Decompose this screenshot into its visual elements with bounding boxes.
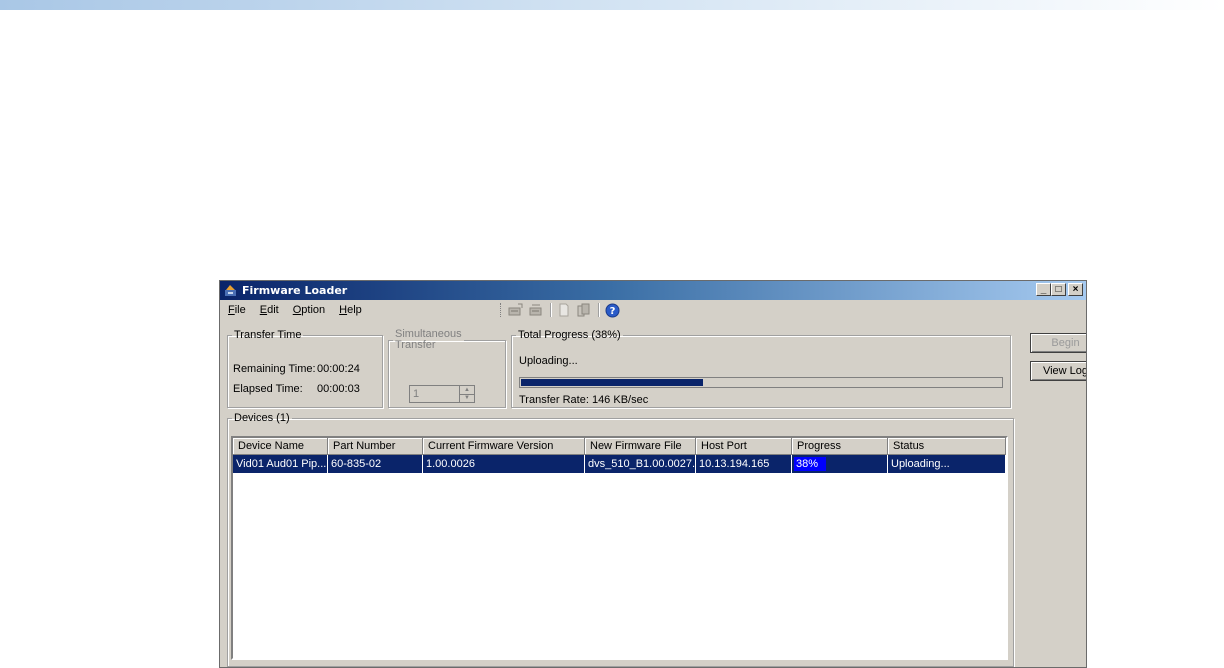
begin-button[interactable]: Begin [1030,333,1086,353]
cell-progress: 38% [792,455,888,473]
menu-option-label: ption [301,303,326,316]
simultaneous-transfer-group: Simultaneous Transfer 1 ▲ ▼ [388,329,506,408]
transfer-rate-text: Transfer Rate: 146 KB/sec [519,394,649,406]
view-log-button[interactable]: View Log [1030,361,1086,381]
cell-current-version: 1.00.0026 [423,455,585,473]
total-progress-group: Total Progress (38%) Uploading... Transf… [511,329,1011,408]
minimize-button[interactable]: _ [1036,283,1051,296]
menu-help[interactable]: Help [333,304,370,316]
help-icon[interactable]: ? [603,302,621,318]
menu-edit-label: dit [267,303,279,316]
elapsed-time-value: 00:00:03 [317,383,360,395]
cell-new-file: dvs_510_B1.00.0027... [585,455,696,473]
window-title: Firmware Loader [242,284,348,297]
app-icon [223,283,238,298]
toolbar-separator [598,303,600,317]
total-progress-fill [521,379,703,386]
row-progress-text: 38% [796,458,819,470]
menu-file-label: ile [234,303,246,316]
total-progress-legend: Total Progress (38%) [518,329,621,341]
cell-host-port: 10.13.194.165 [696,455,792,473]
table-row[interactable]: Vid01 Aud01 Pip... 60-835-02 1.00.0026 d… [233,455,1006,473]
devices-legend: Devices (1) [234,412,290,424]
column-header-new-firmware[interactable]: New Firmware File [585,438,696,455]
stepper-down-icon[interactable]: ▼ [460,395,474,403]
remaining-time-value: 00:00:24 [317,363,360,375]
column-header-progress[interactable]: Progress [792,438,888,455]
cell-status: Uploading... [888,455,1006,473]
transfer-time-legend: Transfer Time [234,329,302,341]
copy-document-icon[interactable] [575,302,593,318]
simultaneous-transfer-stepper[interactable]: 1 ▲ ▼ [409,385,475,403]
simultaneous-transfer-legend: Simultaneous Transfer [393,329,464,351]
simultaneous-legend-line2: Transfer [395,339,436,351]
column-header-host-port[interactable]: Host Port [696,438,792,455]
column-header-status[interactable]: Status [888,438,1006,455]
close-button[interactable]: × [1068,283,1083,296]
column-header-part-number[interactable]: Part Number [328,438,423,455]
firmware-loader-window: Firmware Loader _ □ × File Edit Option H… [219,280,1087,668]
stepper-up-icon[interactable]: ▲ [460,386,474,395]
menu-help-label: elp [347,303,362,316]
cell-device-name: Vid01 Aud01 Pip... [233,455,328,473]
add-device-icon[interactable] [507,302,525,318]
title-bar[interactable]: Firmware Loader _ □ × [220,281,1086,300]
devices-list-header: Device Name Part Number Current Firmware… [233,438,1006,455]
stepper-value: 1 [413,388,420,400]
menu-file[interactable]: File [222,304,254,316]
menu-option[interactable]: Option [287,304,333,316]
svg-text:?: ? [609,306,615,317]
toolbar-grip[interactable] [500,303,503,317]
maximize-button[interactable]: □ [1051,283,1066,296]
top-decorative-band [0,0,1224,10]
column-header-current-firmware[interactable]: Current Firmware Version [423,438,585,455]
menu-bar: File Edit Option Help [220,300,492,319]
toolbar-separator [550,303,552,317]
remaining-time-label: Remaining Time: [233,363,316,375]
cell-part-number: 60-835-02 [328,455,423,473]
transfer-time-group: Transfer Time Remaining Time: 00:00:24 E… [227,329,383,408]
toolbar: ? [500,302,623,318]
menu-edit[interactable]: Edit [254,304,287,316]
total-progress-bar [519,377,1003,388]
upload-status-text: Uploading... [519,355,578,367]
devices-list[interactable]: Device Name Part Number Current Firmware… [231,436,1008,660]
remove-device-icon[interactable] [527,302,545,318]
new-document-icon[interactable] [555,302,573,318]
devices-group: Devices (1) Device Name Part Number Curr… [227,412,1014,667]
elapsed-time-label: Elapsed Time: [233,383,303,395]
column-header-device-name[interactable]: Device Name [233,438,328,455]
